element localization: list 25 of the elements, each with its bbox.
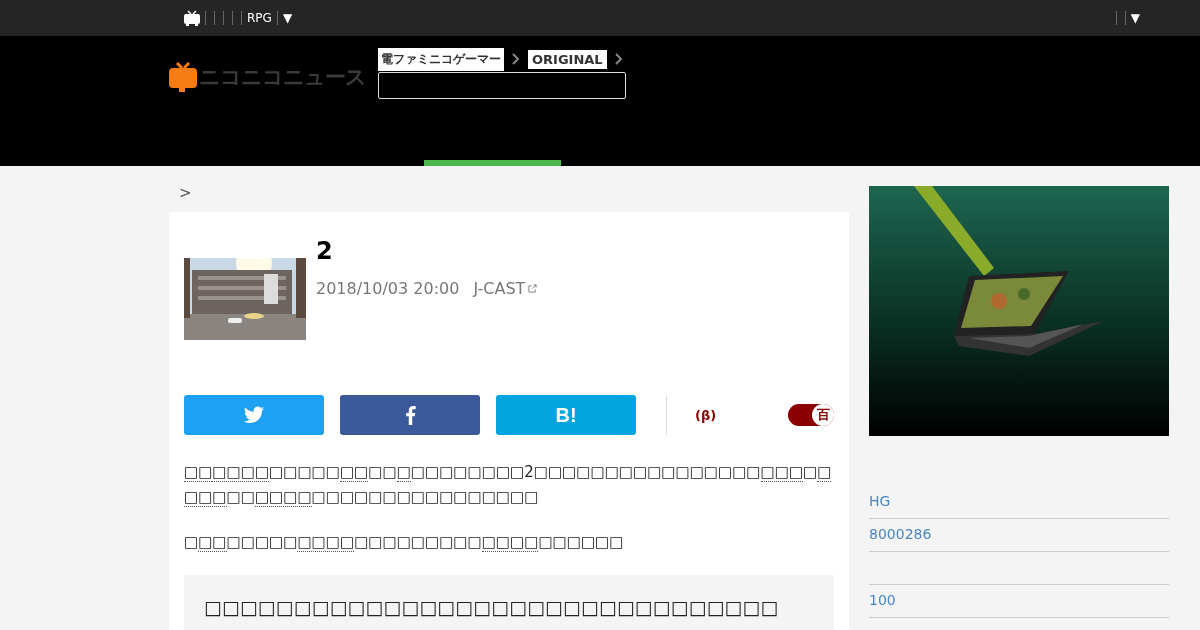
sidebar-link[interactable]: 100	[869, 585, 1169, 618]
site-badge[interactable]: 電ファミニコゲーマー	[378, 47, 504, 71]
beta-label: (β)	[695, 407, 717, 423]
bird-icon	[243, 405, 265, 425]
article-paragraph: □□□□□□□□□□□□□□□□□□□□□□□□□□□□□□□	[184, 532, 625, 554]
menu-item[interactable]: ▼	[276, 11, 298, 25]
twitter-button[interactable]	[184, 395, 324, 435]
external-link-icon	[528, 284, 538, 293]
tv-icon[interactable]	[183, 10, 201, 26]
section-heading: □□□□□□□□□□□□□□□□□□□□□□□□□□□□□□□□	[204, 595, 780, 620]
chevron-icon	[512, 53, 520, 65]
site-badge[interactable]: ORIGINAL	[528, 49, 607, 69]
menu-item[interactable]: RPG	[241, 11, 277, 25]
article-title: 2	[316, 237, 334, 265]
article-paragraph: □□□□□□□□□□□□□□□□□□□□□□□□2□□□□□□□□□□□□□□□□□□□□□□□□□□□□□□□□□□□□□□□□□□□□□□	[184, 462, 833, 509]
toggle-switch[interactable]: 百	[788, 404, 834, 426]
chevron-icon	[614, 53, 623, 65]
letter-f-icon	[404, 405, 416, 425]
menu-item[interactable]: ▼	[1124, 11, 1145, 25]
source-link[interactable]: J-CAST	[473, 279, 526, 298]
sidebar-link[interactable]: HG	[869, 486, 1169, 519]
sidebar-link[interactable]: 8000286	[869, 519, 1169, 552]
article-date: 2018/10/03 20:00	[316, 279, 460, 298]
search-field[interactable]	[378, 72, 626, 99]
breadcrumb: >	[178, 183, 193, 204]
